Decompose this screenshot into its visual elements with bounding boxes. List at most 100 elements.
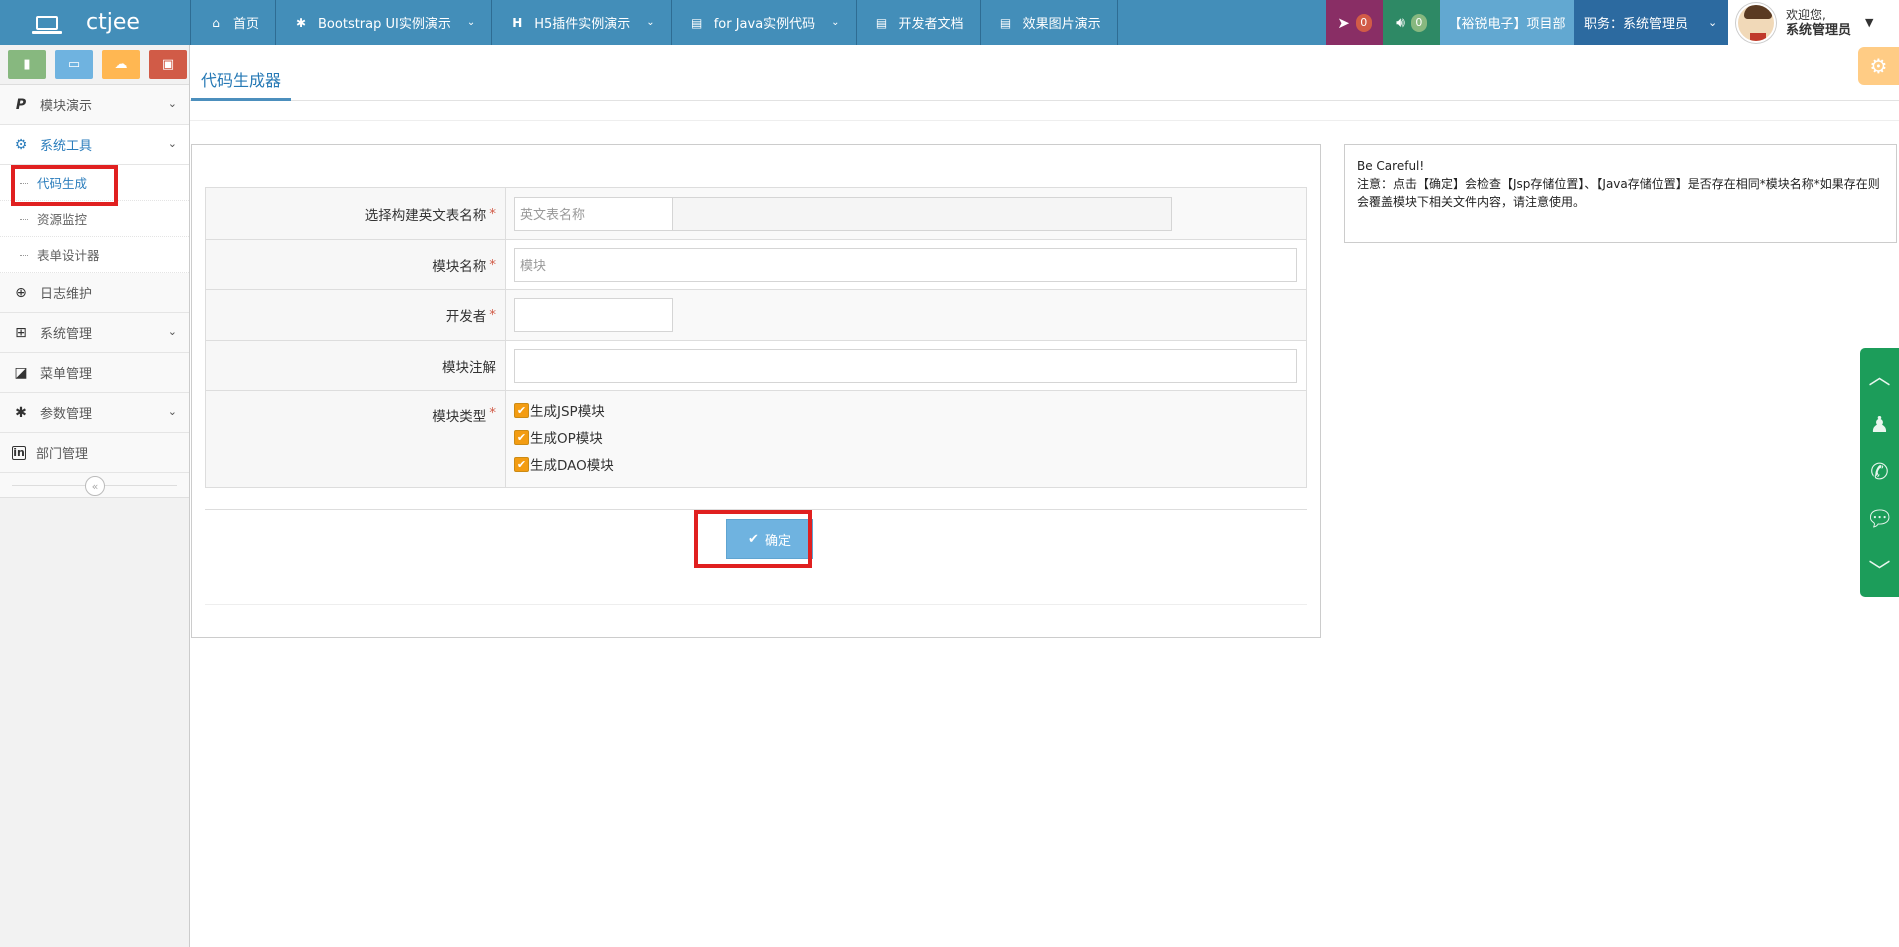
form-table: 选择构建英文表名称 * 英文表名称 模块名称 * 模块 开发者 * 模块注解 模… — [205, 187, 1307, 488]
top-navbar: ctjee ⌂ 首页 ✱ Bootstrap UI实例演示 ⌄ H H5插件实例… — [0, 0, 1899, 45]
nav-item-h5-plugins[interactable]: H H5插件实例演示 ⌄ — [491, 0, 670, 45]
chevron-down-icon[interactable]: ﹀ — [1868, 554, 1890, 586]
nav-item-java-code[interactable]: ▤ for Java实例代码 ⌄ — [670, 0, 856, 45]
check-icon: ✔ — [514, 429, 529, 445]
sidebar-subitem-label: 资源监控 — [37, 212, 88, 227]
sidebar-subitem-label: 表单设计器 — [37, 248, 100, 263]
wechat-icon[interactable]: 💬︎ — [1866, 507, 1894, 532]
user-name: 系统管理员 — [1786, 22, 1852, 38]
sidebar-item-system-management[interactable]: ⊞ 系统管理 ⌄ — [0, 313, 189, 353]
field-label: 开发者 * — [206, 290, 506, 340]
checkbox-dao-module[interactable]: ✔ 生成DAO模块 — [514, 454, 614, 474]
nav-item-dev-docs[interactable]: ▤ 开发者文档 — [855, 0, 980, 45]
field-label-text: 模块注解 — [442, 359, 496, 376]
chevron-down-icon: ⌄ — [646, 17, 655, 28]
field-label: 模块类型 * — [206, 391, 506, 487]
sidebar-item-label: 系统管理 — [40, 327, 93, 342]
checkbox-label: 生成JSP模块 — [530, 404, 605, 420]
chevron-up-icon[interactable]: ︿ — [1868, 359, 1890, 391]
sidebar-item-department-management[interactable]: in 部门管理 — [0, 433, 189, 473]
shortcut-users-button[interactable]: ☁ — [102, 50, 140, 79]
brand[interactable]: ctjee — [0, 0, 190, 45]
developer-input[interactable] — [514, 298, 673, 332]
sidebar-item-system-tools[interactable]: ⚙ 系统工具 ⌄ — [0, 125, 189, 165]
double-chevron-left-icon[interactable]: « — [85, 476, 105, 496]
users-icon: ☁ — [114, 57, 128, 72]
role-dropdown[interactable]: 职务：系统管理员 ⌄ — [1574, 0, 1728, 45]
chevron-down-icon: ⌄ — [1708, 16, 1718, 29]
check-icon: ✔ — [514, 456, 529, 472]
field-label-text: 模块类型 — [432, 409, 487, 425]
phone-icon[interactable]: ✆ — [1870, 460, 1888, 485]
file-image-icon: ▤ — [999, 15, 1012, 30]
home-icon: ⌂ — [212, 15, 220, 30]
html5-icon: H — [512, 15, 523, 30]
sidebar-item-module-demo[interactable]: P 模块演示 ⌄ — [0, 85, 189, 125]
sidebar-item-label: 日志维护 — [40, 287, 93, 302]
module-comment-input[interactable] — [514, 348, 1297, 383]
form-row-developer: 开发者 * — [206, 290, 1306, 341]
sidebar-item-label: 参数管理 — [40, 407, 93, 422]
windows-icon: ⊞ — [15, 324, 27, 341]
messages-badge: 0 — [1410, 13, 1427, 32]
sidebar-item-label: 系统工具 — [40, 139, 93, 154]
sidebar-item-label: 菜单管理 — [40, 367, 93, 382]
sidebar-item-parameter-management[interactable]: ✱ 参数管理 ⌄ — [0, 393, 189, 433]
caret-down-icon: ▼ — [1865, 16, 1874, 29]
tasks-button[interactable]: ➤ 0 — [1326, 0, 1383, 45]
form-row-module-type: 模块类型 * ✔ 生成JSP模块 ✔ 生成OP模块 ✔ 生成DAO模块 — [206, 391, 1306, 487]
field-label-text: 模块名称 — [432, 258, 487, 275]
paypal-icon: P — [15, 96, 27, 113]
messages-button[interactable]: 🔊︎ 0 — [1383, 0, 1440, 45]
field-label-text: 选择构建英文表名称 — [364, 207, 487, 224]
tasks-badge: 0 — [1355, 13, 1372, 32]
share-square-icon: ◪ — [14, 364, 28, 381]
user-menu[interactable]: 欢迎您, 系统管理员 ▼ — [1728, 0, 1899, 45]
module-name-input[interactable]: 模块 — [514, 247, 1297, 282]
chevron-down-icon: ⌄ — [167, 137, 177, 150]
field-value: ✔ 生成JSP模块 ✔ 生成OP模块 ✔ 生成DAO模块 — [506, 391, 1306, 487]
sidebar-item-label: 模块演示 — [40, 99, 93, 114]
nav-item-label: 开发者文档 — [898, 17, 964, 32]
page-title[interactable]: 代码生成器 — [191, 60, 292, 101]
signal-icon: ▮ — [23, 57, 31, 72]
shortcut-pencil-button[interactable]: ▭ — [55, 50, 93, 79]
field-label: 模块名称 * — [206, 240, 506, 289]
checkbox-jsp-module[interactable]: ✔ 生成JSP模块 — [514, 400, 614, 420]
table-name-input[interactable]: 英文表名称 — [514, 196, 673, 231]
search-plus-icon: ⊕ — [15, 284, 27, 301]
field-label: 选择构建英文表名称 * — [206, 188, 506, 239]
nav-item-label: H5插件实例演示 — [534, 17, 631, 32]
sidebar-item-log-maintenance[interactable]: ⊕ 日志维护 — [0, 273, 189, 313]
required-mark: * — [489, 405, 496, 421]
nav-item-bootstrap-ui[interactable]: ✱ Bootstrap UI实例演示 ⌄ — [275, 0, 491, 45]
checkbox-op-module[interactable]: ✔ 生成OP模块 — [514, 427, 614, 447]
role-label: 职务：系统管理员 — [1584, 17, 1689, 32]
user-greeting: 欢迎您, — [1786, 7, 1826, 22]
sidebar-item-menu-management[interactable]: ◪ 菜单管理 — [0, 353, 189, 393]
qq-icon[interactable]: ♟ — [1870, 413, 1890, 438]
brand-name: ctjee — [86, 10, 140, 35]
nav-right: ➤ 0 🔊︎ 0 【裕锐电子】项目部 职务：系统管理员 ⌄ 欢迎您, 系统管理员… — [1326, 0, 1899, 45]
cogs-icon: ▣ — [161, 57, 175, 72]
sidebar-subitem-form-designer[interactable]: 表单设计器 — [0, 237, 189, 273]
form-row-table-name: 选择构建英文表名称 * 英文表名称 — [206, 188, 1306, 240]
puzzle-icon: ✱ — [295, 15, 307, 30]
field-label: 模块注解 — [206, 341, 506, 390]
field-value: 英文表名称 — [506, 188, 1306, 239]
module-type-checkboxes: ✔ 生成JSP模块 ✔ 生成OP模块 ✔ 生成DAO模块 — [506, 391, 622, 483]
nav-item-image-demo[interactable]: ▤ 效果图片演示 — [979, 0, 1118, 45]
asterisk-icon: ✱ — [15, 404, 27, 421]
nav-item-home[interactable]: ⌂ 首页 — [190, 0, 275, 45]
table-name-select[interactable] — [673, 196, 1172, 231]
sidebar-subitem-resource-monitor[interactable]: 资源监控 — [0, 201, 189, 237]
shortcut-cogs-button[interactable]: ▣ — [149, 50, 187, 79]
sidebar-item-label: 部门管理 — [36, 447, 89, 462]
settings-gear-icon[interactable]: ⚙ — [1858, 47, 1899, 85]
shortcut-signal-button[interactable]: ▮ — [8, 50, 46, 79]
project-label[interactable]: 【裕锐电子】项目部 — [1440, 0, 1574, 45]
warning-note: Be Careful! 注意：点击【确定】会检查【Jsp存储位置】、【Java存… — [1344, 144, 1897, 243]
page-header: 代码生成器 — [190, 45, 1899, 101]
form-row-module-name: 模块名称 * 模块 — [206, 240, 1306, 290]
required-mark: * — [489, 256, 496, 273]
